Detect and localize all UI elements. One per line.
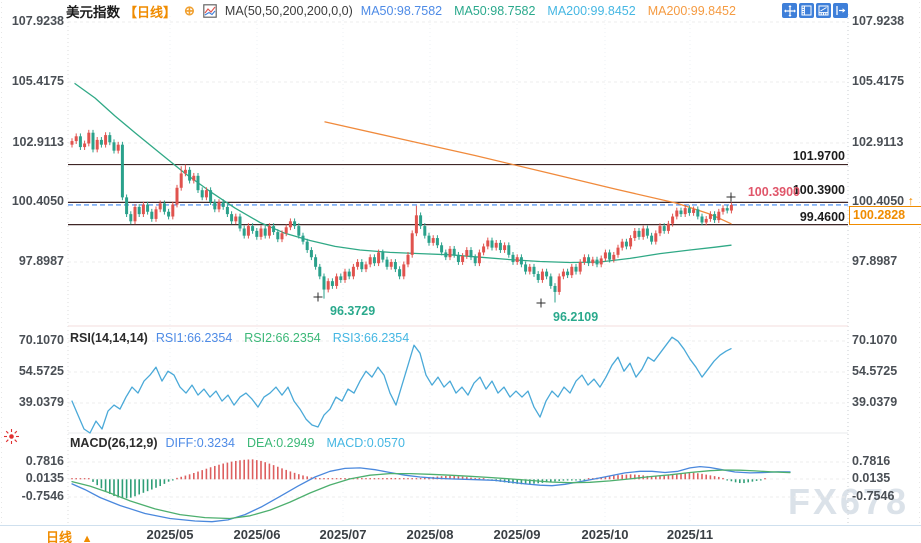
add-indicator-icon[interactable]: ⊕ xyxy=(184,3,195,19)
chart-app-window: { "header": { "title": "美元指数", "period_t… xyxy=(0,0,921,543)
chart-canvas xyxy=(0,0,921,543)
month-label: 2025/11 xyxy=(650,527,730,542)
month-label: 2025/09 xyxy=(477,527,557,542)
period-label: 日线 xyxy=(46,530,72,543)
chevron-up-icon: ▲ xyxy=(82,533,93,543)
time-axis-bar: 日线 ▲ 2025/05 2025/06 2025/07 2025/08 2025/09… xyxy=(0,525,921,542)
month-label: 2025/08 xyxy=(390,527,470,542)
month-label: 2025/05 xyxy=(130,527,210,542)
month-label: 2025/07 xyxy=(303,527,383,542)
period-selector-button[interactable]: 日线 ▲ xyxy=(46,527,93,543)
month-label: 2025/06 xyxy=(217,527,297,542)
chart-type-icon[interactable] xyxy=(203,4,217,18)
month-label: 2025/10 xyxy=(565,527,645,542)
